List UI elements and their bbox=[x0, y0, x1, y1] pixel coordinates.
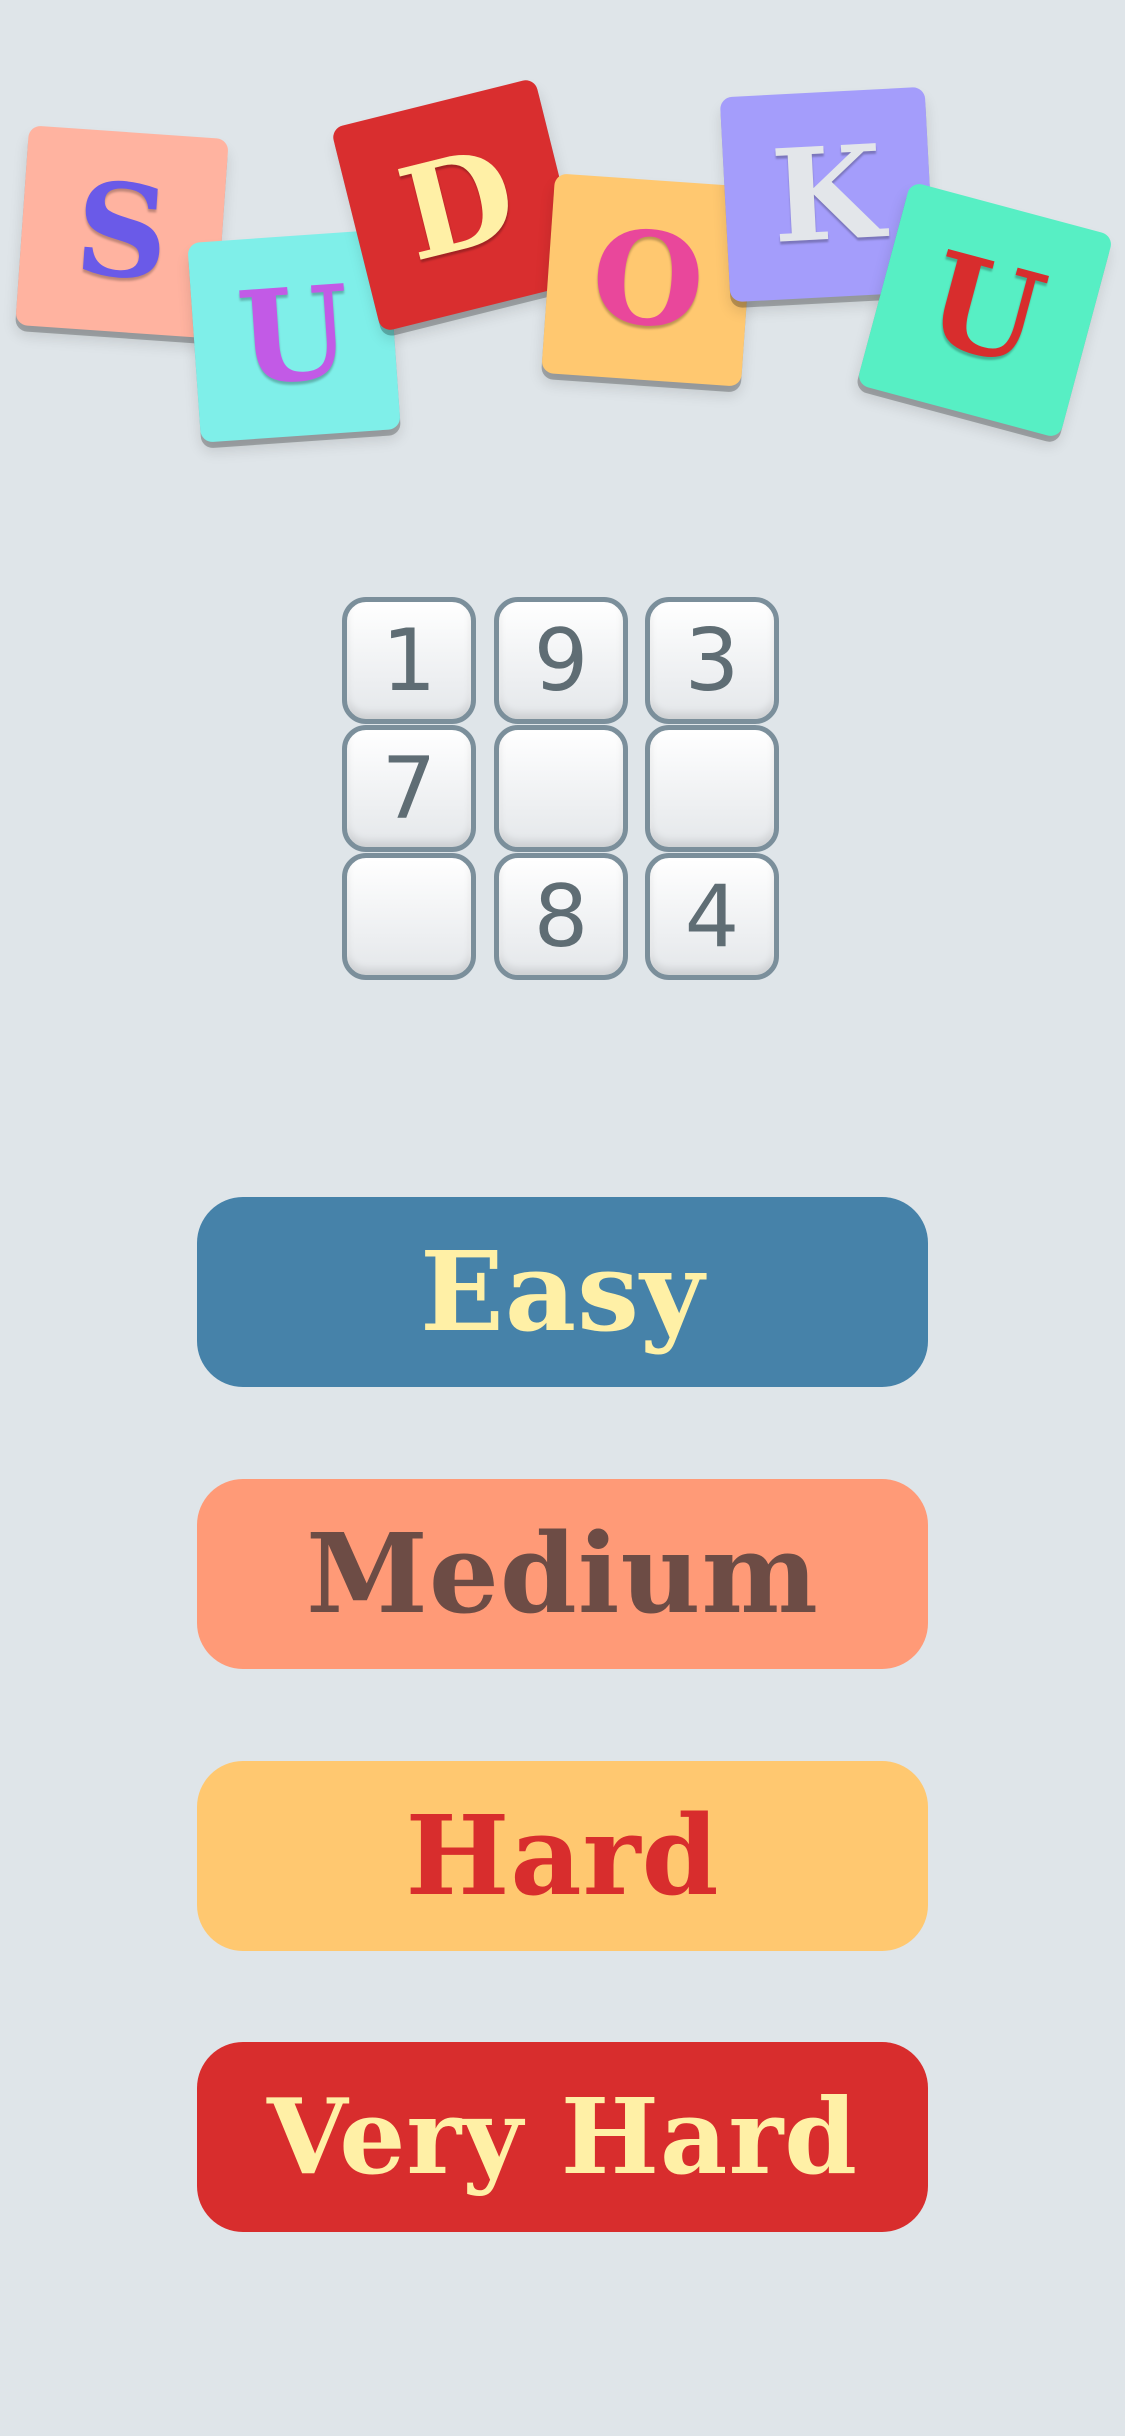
logo-letter: S bbox=[70, 153, 174, 311]
cell-number: 3 bbox=[684, 610, 740, 711]
cell-number: 8 bbox=[533, 866, 589, 967]
cell-number: 1 bbox=[381, 610, 437, 711]
cell-number: 9 bbox=[533, 610, 589, 711]
grid-cell bbox=[342, 853, 476, 980]
grid-cell: 8 bbox=[494, 853, 628, 980]
medium-button[interactable]: Medium bbox=[197, 1479, 928, 1669]
easy-button[interactable]: Easy bbox=[197, 1197, 928, 1387]
grid-cell bbox=[645, 725, 779, 852]
logo-tile-o: O bbox=[541, 173, 755, 387]
cell-number: 7 bbox=[381, 738, 437, 839]
very-hard-button[interactable]: Very Hard bbox=[197, 2042, 928, 2232]
logo-letter: U bbox=[911, 223, 1059, 397]
grid-cell: 9 bbox=[494, 597, 628, 724]
hard-button[interactable]: Hard bbox=[197, 1761, 928, 1951]
logo-letter: O bbox=[587, 201, 709, 359]
grid-cell: 3 bbox=[645, 597, 779, 724]
logo-letter: D bbox=[386, 118, 530, 292]
sudoku-logo: S U D O K U bbox=[0, 0, 1125, 480]
grid-cell: 4 bbox=[645, 853, 779, 980]
grid-cell bbox=[494, 725, 628, 852]
logo-letter: K bbox=[768, 116, 887, 273]
cell-number: 4 bbox=[684, 866, 740, 967]
grid-cell: 1 bbox=[342, 597, 476, 724]
logo-letter: U bbox=[233, 257, 355, 415]
preview-grid: 1 9 3 7 8 4 bbox=[342, 597, 783, 984]
grid-cell: 7 bbox=[342, 725, 476, 852]
